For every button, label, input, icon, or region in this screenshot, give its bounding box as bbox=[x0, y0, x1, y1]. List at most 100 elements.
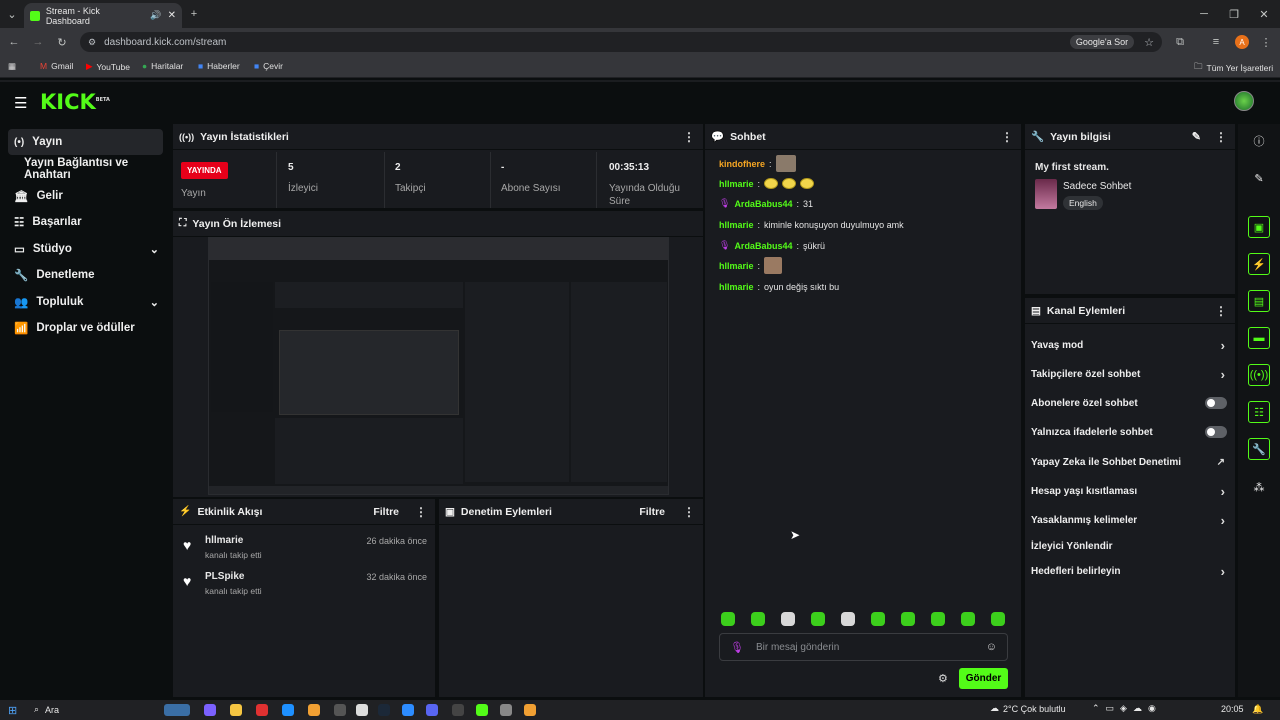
kick-app-icon[interactable] bbox=[476, 704, 488, 716]
emote-button[interactable] bbox=[991, 612, 1005, 626]
app-icon[interactable] bbox=[500, 704, 512, 716]
kick-logo[interactable]: KICKBETA bbox=[40, 90, 110, 114]
emote-button[interactable] bbox=[961, 612, 975, 626]
sidebar-item-topluluk[interactable]: 👥 Topluluk ⌄ bbox=[8, 289, 163, 315]
more-options-icon[interactable]: ⋮ bbox=[1215, 130, 1227, 144]
close-tab-icon[interactable]: ✕ bbox=[168, 10, 176, 21]
chat-input[interactable]: 🎙 Bir mesaj gönderin ☺ bbox=[719, 633, 1008, 661]
bookmark-star-icon[interactable]: ☆ bbox=[1144, 36, 1154, 49]
all-bookmarks[interactable]: 🗀 Tüm Yer İşaretleri bbox=[1194, 61, 1273, 75]
apps-grid-icon[interactable]: ▦ bbox=[8, 61, 16, 72]
taskbar-widget[interactable] bbox=[164, 704, 190, 716]
sidebar-item-gelir[interactable]: 🏛 Gelir bbox=[8, 183, 163, 209]
sidebar-item-denetleme[interactable]: 🔧 Denetleme bbox=[8, 262, 163, 288]
emote-button[interactable] bbox=[751, 612, 765, 626]
bookmark-maps[interactable]: ● Haritalar bbox=[142, 61, 183, 71]
windows-start-icon[interactable]: ⊞ bbox=[8, 704, 17, 717]
reload-icon[interactable]: ↻ bbox=[54, 34, 70, 50]
system-tray-icons[interactable]: ⌃▭◈☁◉ bbox=[1092, 703, 1162, 714]
user-avatar[interactable] bbox=[1234, 91, 1254, 111]
chrome-icon[interactable] bbox=[308, 704, 320, 716]
sidebar-item-basarilar[interactable]: ☷ Başarılar bbox=[8, 209, 163, 235]
action-slow-mode[interactable]: Yavaş mod › bbox=[1031, 335, 1231, 355]
bookmark-translate[interactable]: ■ Çevir bbox=[254, 61, 283, 71]
app-icon[interactable] bbox=[334, 704, 346, 716]
clock[interactable]: 20:05 bbox=[1221, 704, 1244, 714]
action-account-age[interactable]: Hesap yaşı kısıtlaması › bbox=[1031, 481, 1231, 501]
action-followers-only[interactable]: Takipçilere özel sohbet › bbox=[1031, 364, 1231, 384]
more-options-icon[interactable]: ⋮ bbox=[683, 505, 695, 519]
tab-search-icon[interactable]: ⌄ bbox=[4, 6, 20, 22]
send-button[interactable]: Gönder bbox=[959, 668, 1008, 689]
edge-icon[interactable] bbox=[282, 704, 294, 716]
emote-button[interactable] bbox=[901, 612, 915, 626]
emotes-only-toggle[interactable] bbox=[1205, 426, 1227, 438]
filter-button[interactable]: Filtre bbox=[639, 506, 665, 518]
category-name[interactable]: Sadece Sohbet bbox=[1063, 181, 1131, 192]
action-redirect-viewers[interactable]: İzleyici Yönlendir bbox=[1031, 536, 1231, 556]
emote-button[interactable] bbox=[781, 612, 795, 626]
minimize-icon[interactable]: ─ bbox=[1196, 6, 1212, 22]
taskbar-search[interactable]: ⌕ Ara bbox=[34, 704, 59, 715]
sidebar-item-stream-key[interactable]: Yayın Bağlantısı ve Anahtarı bbox=[8, 156, 163, 182]
bookmark-news[interactable]: ■ Haberler bbox=[198, 61, 240, 71]
chat-bubble-icon[interactable]: ▬ bbox=[1248, 327, 1270, 349]
action-ai-moderation[interactable]: Yapay Zeka ile Sohbet Denetimi ↗ bbox=[1031, 452, 1231, 472]
browser-tab[interactable]: Stream - Kick Dashboard 🔊 ✕ bbox=[24, 3, 182, 28]
sidebar-item-yayin[interactable]: (•) Yayın bbox=[8, 129, 163, 155]
back-icon[interactable]: ← bbox=[6, 34, 22, 50]
discord-icon[interactable] bbox=[426, 704, 438, 716]
subscribers-only-toggle[interactable] bbox=[1205, 397, 1227, 409]
stream-preview-video[interactable] bbox=[208, 237, 669, 495]
folder-app-icon[interactable] bbox=[230, 704, 242, 716]
app-icon[interactable] bbox=[452, 704, 464, 716]
emote-button[interactable] bbox=[721, 612, 735, 626]
filter-button[interactable]: Filtre bbox=[373, 506, 399, 518]
emoji-icon[interactable]: ☺ bbox=[986, 641, 997, 653]
chrome-active-icon[interactable] bbox=[524, 704, 536, 716]
more-options-icon[interactable]: ⋮ bbox=[683, 130, 695, 144]
hamburger-menu-icon[interactable]: ☰ bbox=[14, 94, 27, 112]
add-widget-icon[interactable]: ⁂ bbox=[1248, 476, 1270, 498]
sidebar-item-studyo[interactable]: ▭ Stüdyo ⌄ bbox=[8, 236, 163, 262]
bookmark-gmail[interactable]: M Gmail bbox=[40, 61, 73, 71]
wrench-icon[interactable]: 🔧 bbox=[1248, 438, 1270, 460]
sidebar-item-droplar[interactable]: 📶 Droplar ve ödüller bbox=[8, 315, 163, 341]
bolt-icon[interactable]: ⚡ bbox=[1248, 253, 1270, 275]
chat-settings-icon[interactable]: ⚙ bbox=[938, 672, 948, 685]
notification-icon[interactable]: 🔔 bbox=[1252, 704, 1263, 715]
emote-button[interactable] bbox=[811, 612, 825, 626]
menu-kebab-icon[interactable]: ⋮ bbox=[1258, 34, 1274, 50]
profile-avatar[interactable]: A bbox=[1235, 35, 1249, 49]
app-icon[interactable] bbox=[356, 704, 368, 716]
edit-icon[interactable]: ✎ bbox=[1248, 167, 1270, 189]
mic-icon[interactable]: 🎙 bbox=[730, 641, 744, 654]
emote-button[interactable] bbox=[931, 612, 945, 626]
extensions-icon[interactable]: ⧉ bbox=[1172, 34, 1188, 50]
info-icon[interactable]: ⓘ bbox=[1248, 130, 1270, 152]
edit-pencil-icon[interactable]: ✎ bbox=[1192, 130, 1201, 143]
document-icon[interactable]: ▤ bbox=[1248, 290, 1270, 312]
weather-widget[interactable]: ☁ 2°C Çok bulutlu bbox=[990, 703, 1066, 714]
broadcast-icon[interactable]: ((•)) bbox=[1248, 364, 1270, 386]
site-info-icon[interactable]: ⚙ bbox=[88, 37, 96, 48]
more-options-icon[interactable]: ⋮ bbox=[415, 505, 427, 519]
address-bar[interactable]: ⚙ dashboard.kick.com/stream Google'a Sor… bbox=[80, 32, 1162, 52]
action-set-goals[interactable]: Hedefleri belirleyin › bbox=[1031, 561, 1231, 581]
media-icon[interactable]: ≡ bbox=[1208, 34, 1224, 50]
restore-icon[interactable]: ❐ bbox=[1226, 6, 1242, 22]
list-icon[interactable]: ☷ bbox=[1248, 401, 1270, 423]
scan-icon[interactable]: ▣ bbox=[1248, 216, 1270, 238]
speaker-icon[interactable]: 🔊 bbox=[150, 10, 161, 21]
forward-icon[interactable]: → bbox=[30, 34, 46, 50]
new-tab-icon[interactable]: + bbox=[186, 6, 202, 22]
more-options-icon[interactable]: ⋮ bbox=[1001, 130, 1013, 144]
app-icon[interactable] bbox=[204, 704, 216, 716]
emote-button[interactable] bbox=[841, 612, 855, 626]
action-banned-words[interactable]: Yasaklanmış kelimeler › bbox=[1031, 510, 1231, 530]
more-options-icon[interactable]: ⋮ bbox=[1215, 304, 1227, 318]
close-window-icon[interactable]: ✕ bbox=[1256, 6, 1272, 22]
bookmark-youtube[interactable]: ▶ YouTube bbox=[86, 61, 130, 72]
opera-icon[interactable] bbox=[256, 704, 268, 716]
emote-button[interactable] bbox=[871, 612, 885, 626]
